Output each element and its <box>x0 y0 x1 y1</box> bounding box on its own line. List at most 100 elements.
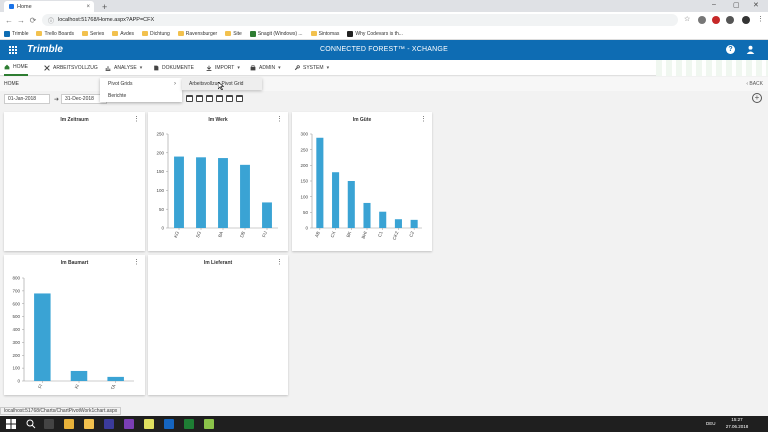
bookmark-item[interactable]: Avdes <box>112 31 134 37</box>
x-tick-label: FU <box>261 231 268 238</box>
windows-start-icon[interactable] <box>6 419 16 429</box>
x-tick-label: BA <box>217 231 224 238</box>
bookmark-item[interactable]: Ravensburger <box>177 31 217 37</box>
task-view-icon[interactable] <box>44 419 54 429</box>
bookmark-label: Trello Boards <box>44 30 75 37</box>
extension-icon[interactable] <box>698 16 706 24</box>
folder-icon <box>225 31 232 36</box>
info-icon[interactable]: ⓘ <box>48 16 54 25</box>
calendar-icon[interactable] <box>186 95 193 102</box>
x-tick-label: DB <box>239 231 246 239</box>
search-icon[interactable] <box>26 419 36 429</box>
y-tick-label: 800 <box>12 276 20 281</box>
forward-arrow-icon[interactable]: → <box>15 16 27 25</box>
bookmark-item[interactable]: Dichtung <box>142 31 170 37</box>
y-tick-label: 300 <box>300 132 308 137</box>
y-tick-label: 250 <box>156 132 164 137</box>
x-tick-label: BHI <box>361 231 368 240</box>
help-icon[interactable]: ? <box>726 45 735 54</box>
add-widget-button[interactable]: + <box>752 93 762 103</box>
calendar-icon[interactable] <box>236 95 243 102</box>
browser-tab[interactable]: Home × <box>4 1 94 12</box>
nav-home[interactable]: HOME <box>4 60 28 76</box>
y-tick-label: 150 <box>300 179 308 184</box>
tab-close-button[interactable]: × <box>86 4 90 10</box>
user-icon[interactable] <box>746 45 755 54</box>
card-menu-icon[interactable]: ⋮ <box>133 115 140 123</box>
new-tab-button[interactable]: + <box>102 2 107 12</box>
back-link[interactable]: ‹ BACK <box>746 81 763 87</box>
back-arrow-icon[interactable]: ← <box>3 16 15 25</box>
star-icon[interactable]: ☆ <box>684 15 692 23</box>
bookmark-item[interactable]: Sintomas <box>310 31 339 37</box>
clock-date[interactable]: 27.06.2018 <box>720 424 754 429</box>
maximize-button[interactable]: ▢ <box>733 1 740 9</box>
bookmark-item[interactable]: Snagit (Windows) ... <box>249 30 303 37</box>
y-tick-label: 700 <box>12 288 20 293</box>
menu-item-pivot-grids[interactable]: Pivot Grids › <box>100 78 182 90</box>
visual-studio-taskbar-icon[interactable] <box>124 419 134 429</box>
nav-system[interactable]: SYSTEM ▾ <box>294 60 329 76</box>
nav-arbeitsvollzug[interactable]: ARBEITSVOLLZUG <box>44 60 98 76</box>
reload-icon[interactable]: ⟳ <box>27 16 39 25</box>
explorer-taskbar-icon[interactable] <box>84 419 94 429</box>
nav-admin[interactable]: ADMIN ▾ <box>250 60 281 76</box>
folder-icon <box>36 31 43 36</box>
menu-item-berichte[interactable]: Berichte <box>100 90 182 102</box>
excel-taskbar-icon[interactable] <box>184 419 194 429</box>
bookmark-label: Avdes <box>120 30 135 37</box>
app-taskbar-icon[interactable] <box>204 419 214 429</box>
card-im-zeitraum: Im Zeitraum ⋮ <box>4 112 145 251</box>
calendar-icon[interactable] <box>226 95 233 102</box>
trimble-logo-icon <box>4 30 10 37</box>
app-taskbar-icon[interactable] <box>144 419 154 429</box>
chevron-down-icon: ▾ <box>237 65 240 71</box>
language-indicator[interactable]: DEU <box>706 421 716 426</box>
y-tick-label: 500 <box>12 314 20 319</box>
chart-bar <box>240 164 250 228</box>
url-text: localhost:51768/Home.aspx?APP=CFX <box>58 17 155 23</box>
calendar-icon[interactable] <box>196 95 203 102</box>
x-tick-label: C2 <box>408 230 415 238</box>
nav-label: ARBEITSVOLLZUG <box>53 65 98 71</box>
nav-import[interactable]: IMPORT ▾ <box>206 60 240 76</box>
url-omnibox[interactable]: ⓘ localhost:51768/Home.aspx?APP=CFX <box>42 14 678 26</box>
chrome-taskbar-icon[interactable] <box>64 419 74 429</box>
y-tick-label: 150 <box>156 169 164 174</box>
codevars-logo-icon <box>347 30 354 37</box>
bookmark-item[interactable]: Trello Boards <box>36 31 74 37</box>
bookmark-item[interactable]: Trimble <box>4 30 28 37</box>
folder-icon <box>82 31 89 36</box>
date-from-input[interactable]: 01-Jan-2018 <box>4 94 50 104</box>
calendar-icon[interactable] <box>206 95 213 102</box>
bookmark-item[interactable]: Site <box>225 31 242 37</box>
y-tick-label: 600 <box>12 301 20 306</box>
calendar-icon[interactable] <box>216 95 223 102</box>
bookmark-label: Why Codevars is th... <box>355 30 403 37</box>
app-taskbar-icon[interactable] <box>104 419 114 429</box>
bookmark-label: Site <box>233 30 242 37</box>
extension-icon[interactable] <box>712 16 720 24</box>
chart-bar <box>196 157 206 228</box>
card-im-baumart: Im Baumart ⋮ 0 100 200 300 400 500 600 700 800 FI… <box>4 255 145 395</box>
bookmark-item[interactable]: Series <box>82 31 104 37</box>
folder-icon <box>142 31 149 36</box>
chart-bar <box>379 211 387 228</box>
nav-label: ADMIN <box>259 65 276 71</box>
extension-icon[interactable] <box>726 16 734 24</box>
chart-bar <box>70 370 88 381</box>
nav-dokumente[interactable]: DOKUMENTE <box>153 60 194 76</box>
profile-avatar[interactable] <box>742 16 750 24</box>
close-window-button[interactable]: ✕ <box>753 1 759 9</box>
bookmark-item[interactable]: Why Codevars is th... <box>347 30 403 37</box>
nav-analyse[interactable]: ANALYSE ▾ <box>105 60 142 76</box>
breadcrumb-current: HOME <box>4 81 19 87</box>
card-menu-icon[interactable]: ⋮ <box>276 258 283 266</box>
chevron-down-icon: ▾ <box>139 65 143 71</box>
address-bar: ← → ⟳ ⓘ localhost:51768/Home.aspx?APP=CF… <box>0 12 768 28</box>
minimize-button[interactable]: – <box>712 1 716 8</box>
app-taskbar-icon[interactable] <box>164 419 174 429</box>
clock-time[interactable]: 15:27 <box>724 417 750 422</box>
browser-menu-icon[interactable]: ⋮ <box>757 15 764 23</box>
x-tick-label: TA <box>110 384 117 391</box>
